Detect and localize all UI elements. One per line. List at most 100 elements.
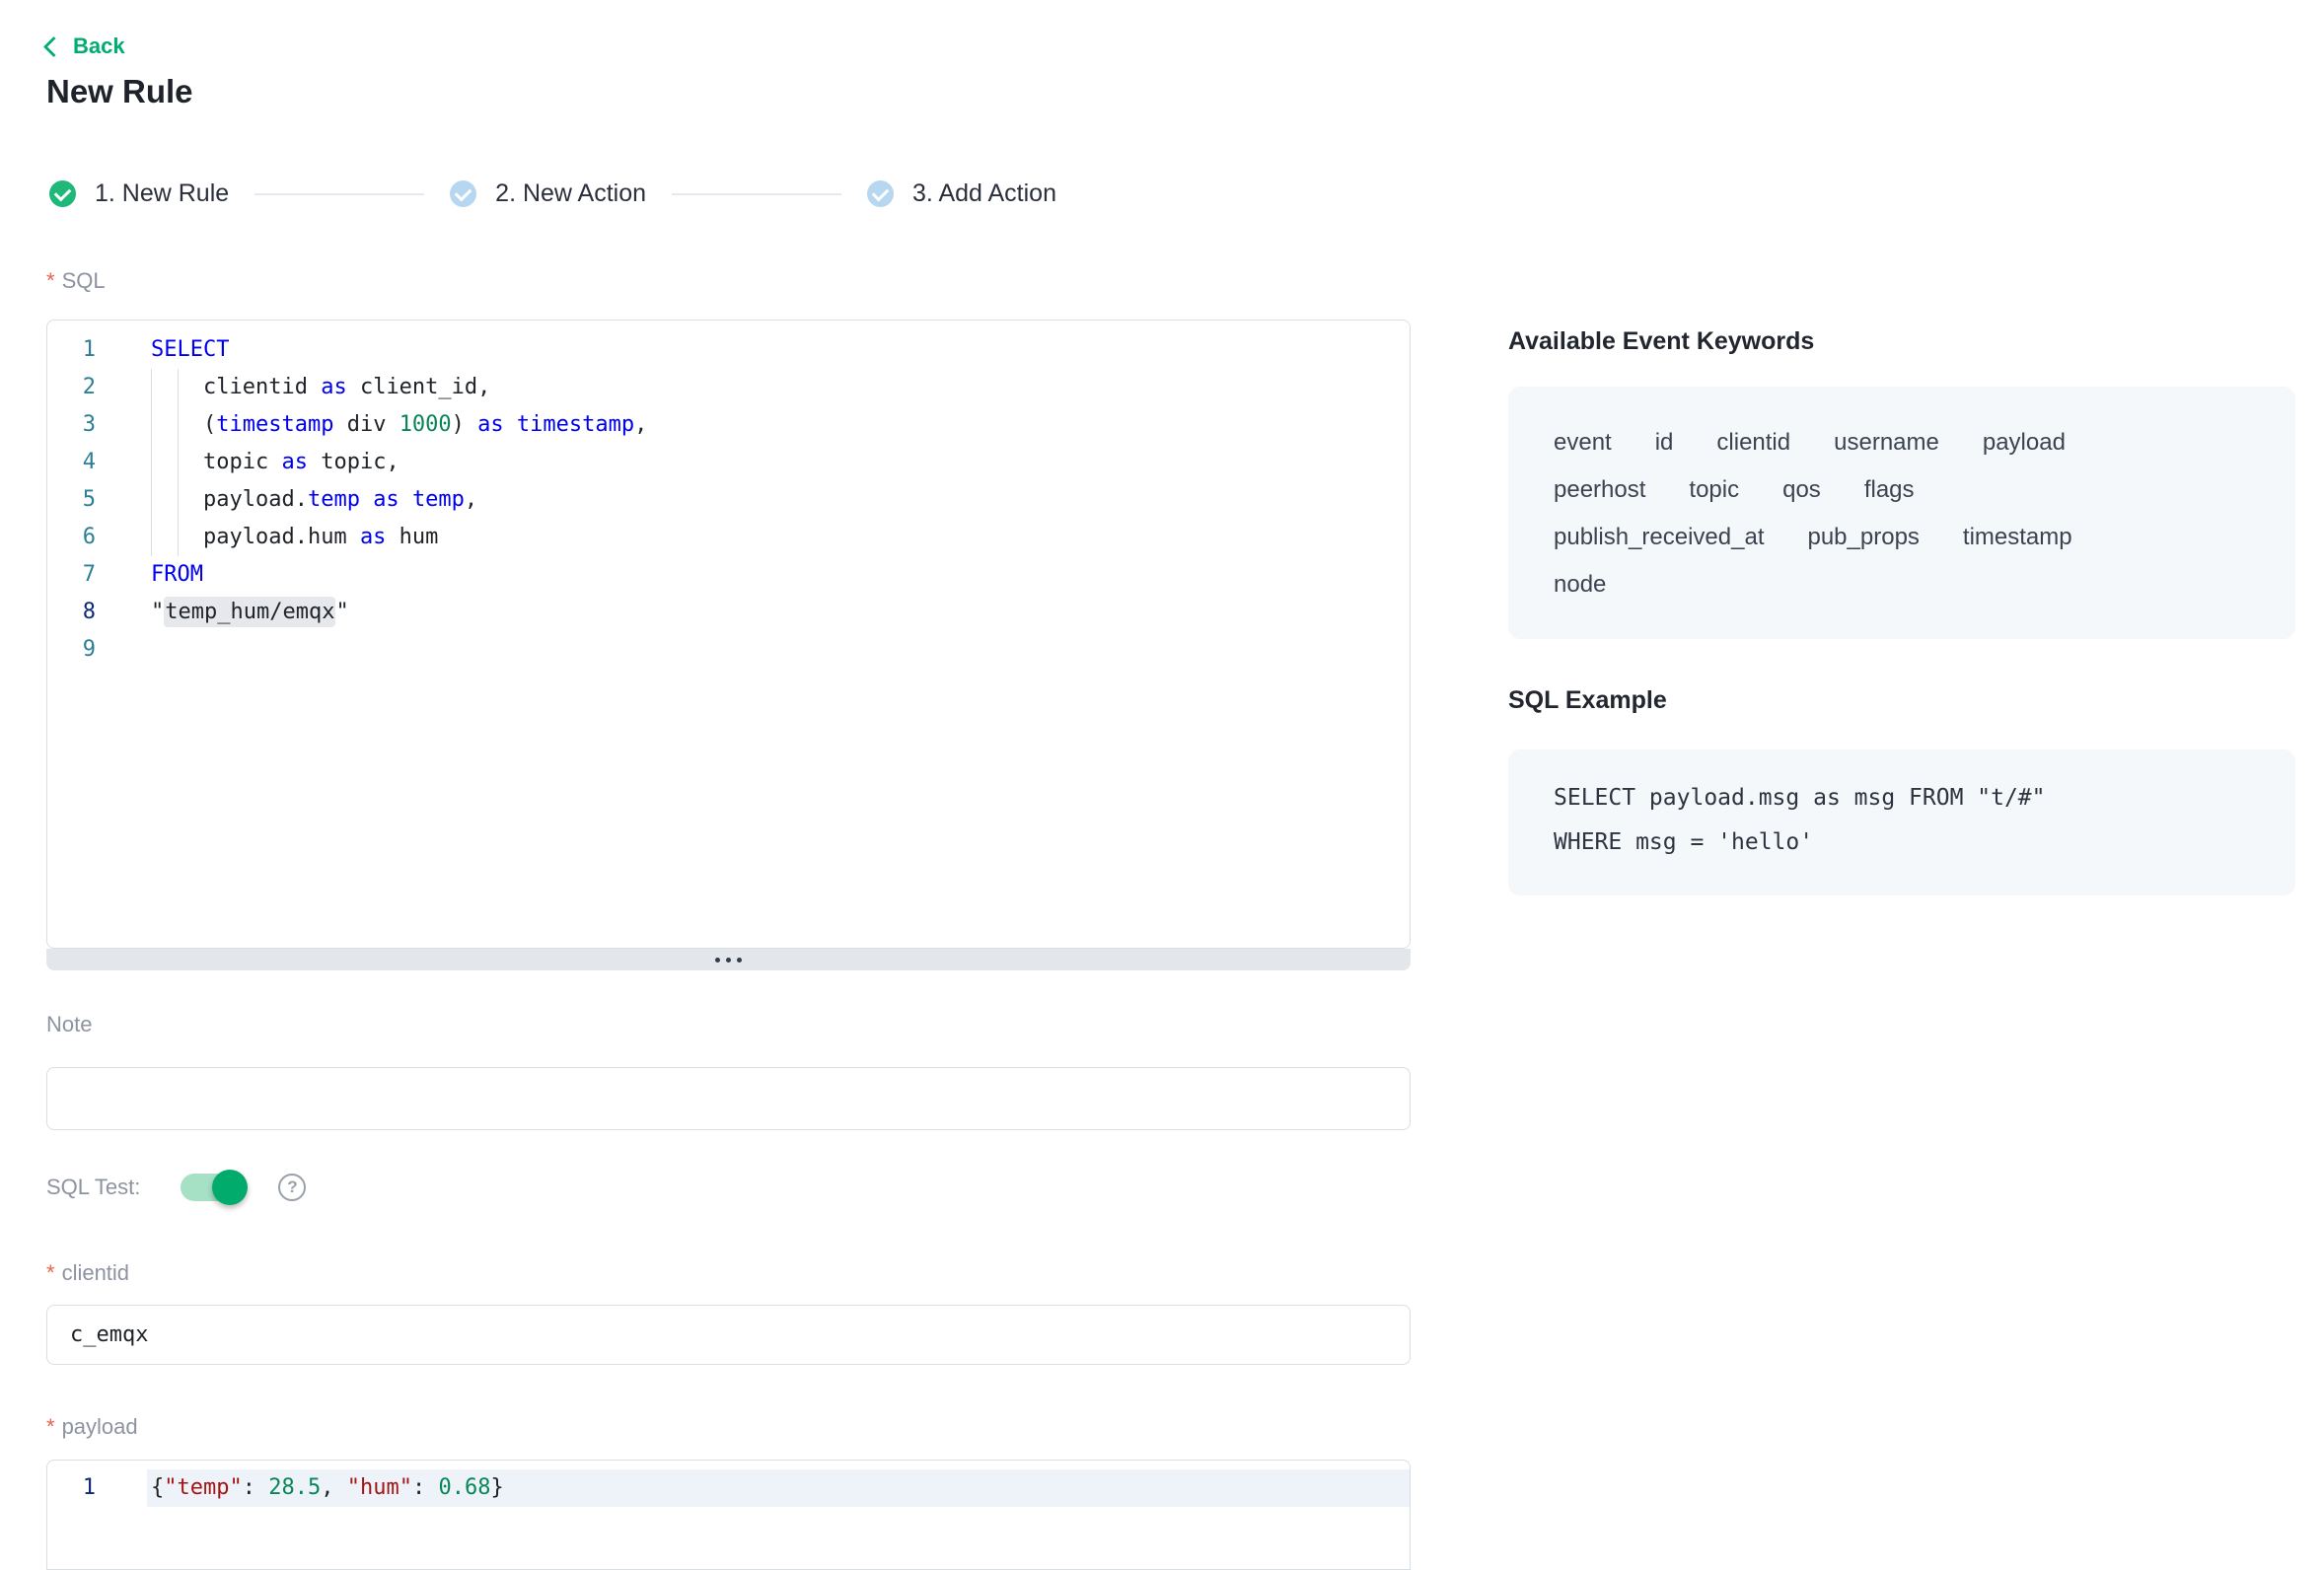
steps-indicator: 1. New Rule 2. New Action 3. Add Action [49, 179, 1056, 208]
line-number: 6 [47, 519, 96, 556]
toggle-knob [212, 1170, 248, 1205]
sql-code-editor[interactable]: 1 SELECT 2 clientid as client_id, 3 (timest… [46, 320, 1411, 949]
drag-dots-icon [715, 958, 742, 963]
keyword-row: eventidclientidusernamepayload [1554, 430, 2250, 456]
line-number: 3 [47, 406, 96, 444]
code-content: payload.temp as temp, [147, 481, 1410, 519]
keyword-row: publish_received_atpub_propstimestamp [1554, 525, 2250, 550]
payload-code-editor[interactable]: 1{"temp": 28.5, "hum": 0.68} [46, 1460, 1411, 1570]
code-token: timestamp [517, 412, 634, 437]
code-token: hum [386, 525, 438, 549]
indent-guide [178, 369, 179, 556]
code-token: temp [308, 487, 360, 512]
code-token: FROM [151, 562, 203, 587]
sql-code-lines: 1 SELECT 2 clientid as client_id, 3 (timest… [47, 321, 1410, 669]
sql-test-toggle[interactable] [181, 1174, 246, 1201]
code-content [147, 631, 1410, 669]
step-2: 2. New Action [450, 179, 646, 208]
code-token: 0.68 [438, 1475, 490, 1500]
step-pending-icon [867, 180, 894, 207]
sql-test-row: SQL Test: ? [46, 1174, 306, 1201]
code-token: "hum" [347, 1475, 412, 1500]
sql-example-title: SQL Example [1508, 686, 1667, 715]
code-token [504, 412, 517, 437]
check-icon [455, 183, 472, 201]
code-token: temp_hum/emqx [164, 597, 335, 627]
code-line: 1 SELECT [47, 331, 1410, 369]
code-token: topic [203, 450, 281, 474]
event-keyword: qos [1782, 477, 1821, 503]
code-token: " [335, 600, 348, 624]
event-keyword: topic [1689, 477, 1739, 503]
back-label: Back [73, 34, 125, 59]
code-token: as [477, 412, 504, 437]
code-token: client_id, [347, 375, 491, 399]
code-token: topic, [308, 450, 399, 474]
code-content: "temp_hum/emqx" [147, 594, 1410, 631]
code-content: FROM [147, 556, 1410, 594]
payload-field-label: * payload [46, 1414, 138, 1440]
clientid-input[interactable] [46, 1305, 1411, 1365]
line-number: 1 [47, 1469, 96, 1507]
step-label: 2. New Action [495, 179, 646, 208]
code-token: } [490, 1475, 503, 1500]
code-token: : [243, 1475, 269, 1500]
indent-guide [151, 369, 152, 556]
code-token: 28.5 [268, 1475, 321, 1500]
code-token: "temp" [164, 1475, 242, 1500]
required-marker: * [46, 268, 55, 294]
code-token [399, 487, 412, 512]
code-line: 7 FROM [47, 556, 1410, 594]
code-token: as [373, 487, 399, 512]
line-number: 8 [47, 594, 96, 631]
code-token: clientid [203, 375, 321, 399]
code-token: temp [412, 487, 465, 512]
code-token: timestamp [216, 412, 333, 437]
event-keyword: timestamp [1963, 525, 2072, 550]
line-number: 7 [47, 556, 96, 594]
sql-example-line: WHERE msg = 'hello' [1554, 821, 2250, 865]
event-keyword: clientid [1716, 430, 1790, 456]
code-token: payload.hum [203, 525, 360, 549]
code-token: as [321, 375, 347, 399]
help-icon[interactable]: ? [278, 1174, 306, 1201]
step-pending-icon [450, 180, 476, 207]
code-content: (timestamp div 1000) as timestamp, [147, 406, 1410, 444]
code-token: ) [452, 412, 478, 437]
step-label: 3. Add Action [912, 179, 1056, 208]
page-title: New Rule [46, 73, 193, 110]
code-token: , [465, 487, 477, 512]
event-keyword: peerhost [1554, 477, 1645, 503]
keyword-row: node [1554, 572, 2250, 598]
code-line: 4 topic as topic, [47, 444, 1410, 481]
line-number: 5 [47, 481, 96, 519]
back-link[interactable]: Back [46, 34, 125, 59]
step-connector [254, 193, 424, 195]
required-marker: * [46, 1414, 55, 1440]
code-token: payload. [203, 487, 308, 512]
event-keyword: node [1554, 572, 1606, 598]
event-keyword: payload [1983, 430, 2066, 456]
code-line: 9 [47, 631, 1410, 669]
line-number: 1 [47, 331, 96, 369]
code-token: 1000 [399, 412, 452, 437]
keywords-panel-title: Available Event Keywords [1508, 327, 1814, 356]
code-token: , [321, 1475, 347, 1500]
editor-resize-handle[interactable] [46, 949, 1411, 970]
sql-example-box: SELECT payload.msg as msg FROM "t/#"WHER… [1508, 749, 2295, 895]
code-token: , [634, 412, 647, 437]
event-keyword: event [1554, 430, 1612, 456]
code-token: as [360, 525, 387, 549]
note-input[interactable] [46, 1067, 1411, 1130]
line-number: 4 [47, 444, 96, 481]
code-token: " [151, 600, 164, 624]
code-token: as [281, 450, 308, 474]
code-line: 5 payload.temp as temp, [47, 481, 1410, 519]
clientid-label: clientid [62, 1260, 129, 1286]
sql-label: SQL [62, 268, 106, 294]
step-label: 1. New Rule [95, 179, 229, 208]
code-content: clientid as client_id, [147, 369, 1410, 406]
clientid-field-label: * clientid [46, 1260, 129, 1286]
line-number: 2 [47, 369, 96, 406]
code-token: SELECT [151, 337, 229, 362]
